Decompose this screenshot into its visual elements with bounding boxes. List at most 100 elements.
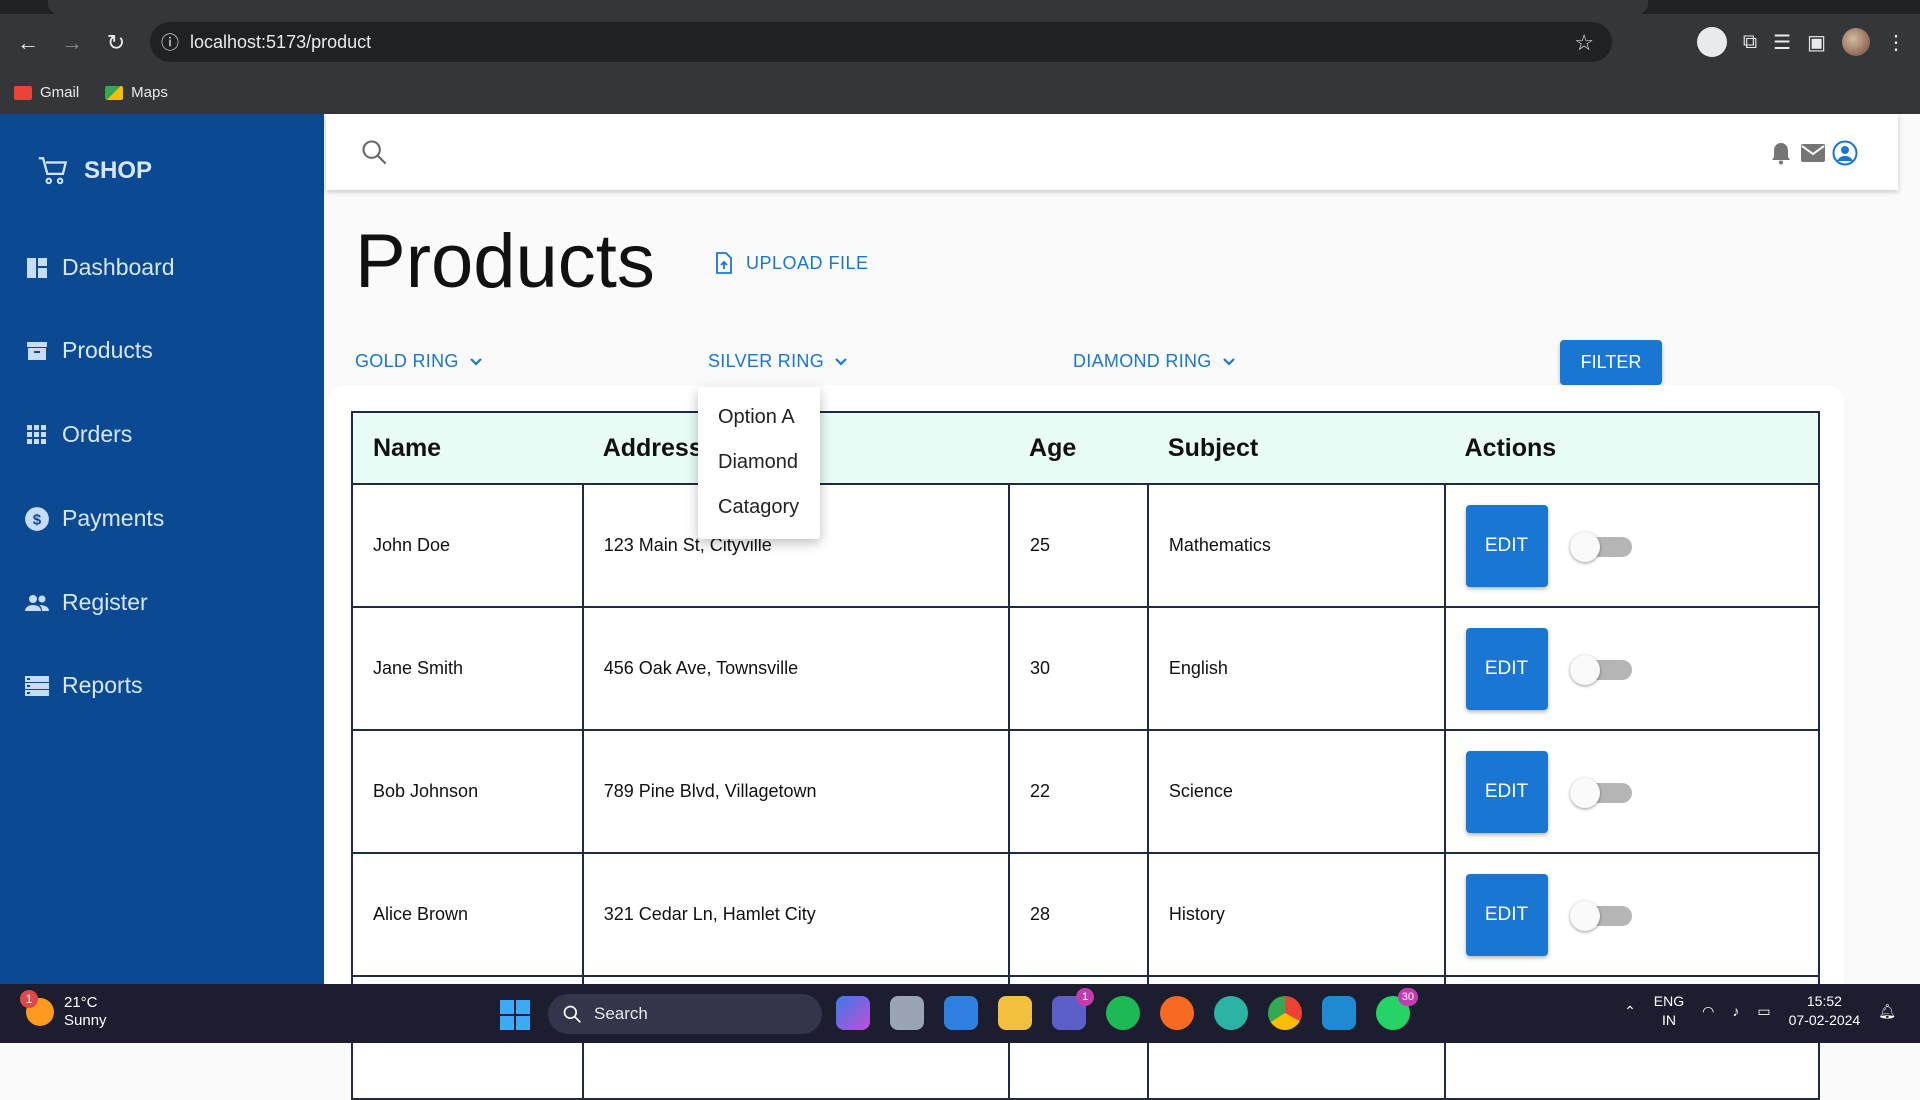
toggle-thumb <box>1569 900 1600 931</box>
cell-address: 321 Cedar Ln, Hamlet City <box>581 852 1011 977</box>
mail-icon[interactable] <box>1800 140 1826 166</box>
language-indicator[interactable]: ENG IN <box>1654 992 1684 1030</box>
windows-taskbar: 1 21°C Sunny Search 1 30 ⌃ ENG IN ◠ ♪ ▭ 15… <box>0 984 1920 1043</box>
sidebar-item-label: Orders <box>62 421 133 447</box>
firefox-icon[interactable] <box>1160 996 1194 1030</box>
status-toggle[interactable] <box>1569 654 1632 685</box>
taskbar-search[interactable]: Search <box>548 994 822 1034</box>
bookmark-gmail[interactable]: Gmail <box>14 84 79 101</box>
toggle-thumb <box>1569 777 1600 808</box>
upload-file-button[interactable]: UPLOAD FILE <box>714 252 869 274</box>
table-row: Bob Johnson 789 Pine Blvd, Villagetown 2… <box>351 729 1821 854</box>
profile-avatar[interactable] <box>1842 28 1870 56</box>
weather-temp: 21°C <box>64 994 98 1011</box>
upload-file-label: UPLOAD FILE <box>746 252 869 273</box>
clock[interactable]: 15:52 07-02-2024 <box>1789 992 1861 1030</box>
reading-list-icon[interactable]: ☰ <box>1773 30 1791 55</box>
todo-icon[interactable] <box>944 996 978 1030</box>
sidebar-item-reports[interactable]: Reports <box>24 672 143 699</box>
browser-tab[interactable] <box>48 0 1648 14</box>
whatsapp-icon[interactable]: 30 <box>1376 988 1418 1030</box>
url-text[interactable]: localhost:5173/product <box>190 32 371 53</box>
sidebar-item-label: Products <box>62 337 153 363</box>
taskbar-apps: 1 30 <box>836 988 1418 1030</box>
bookmark-maps[interactable]: Maps <box>105 84 168 101</box>
menu-item[interactable]: Option A <box>698 395 820 440</box>
windows-start-icon[interactable] <box>500 1000 530 1030</box>
brand-logo[interactable]: SHOP <box>36 154 152 188</box>
side-panel-icon[interactable]: ▣ <box>1807 30 1826 55</box>
appbar-actions <box>1768 140 1858 166</box>
whatsapp-badge: 30 <box>1397 988 1418 1006</box>
search-icon[interactable] <box>360 138 388 166</box>
bookmark-label: Maps <box>131 84 168 101</box>
sidebar-item-label: Dashboard <box>62 254 175 280</box>
sidebar-item-payments[interactable]: $ Payments <box>24 505 164 532</box>
copilot-icon[interactable] <box>836 996 870 1030</box>
chevron-up-icon[interactable]: ⌃ <box>1624 1002 1636 1021</box>
edit-button[interactable]: EDIT <box>1465 750 1548 833</box>
status-toggle[interactable] <box>1569 777 1632 808</box>
silver-ring-menu: Option A Diamond Catagory <box>698 387 820 539</box>
bell-icon[interactable] <box>1768 140 1794 166</box>
edit-button[interactable]: EDIT <box>1465 627 1548 710</box>
extension-icon[interactable] <box>1696 27 1727 57</box>
teams-icon[interactable]: 1 <box>1052 988 1094 1030</box>
account-circle-icon[interactable] <box>1832 140 1858 166</box>
cell-address: 456 Oak Ave, Townsville <box>581 606 1011 731</box>
chrome-icon[interactable] <box>1268 996 1302 1030</box>
wifi-icon[interactable]: ◠ <box>1702 1002 1714 1021</box>
weather-widget[interactable]: 1 21°C Sunny <box>20 990 107 1030</box>
sidebar-item-label: Reports <box>62 672 143 698</box>
edit-button[interactable]: EDIT <box>1465 873 1548 956</box>
reload-icon[interactable]: ↻ <box>94 21 138 65</box>
maps-icon <box>105 85 124 100</box>
extensions-puzzle-icon[interactable]: ⧉ <box>1743 31 1757 54</box>
sidebar-item-dashboard[interactable]: Dashboard <box>24 254 175 281</box>
sidebar-item-orders[interactable]: Orders <box>24 421 132 448</box>
page-title: Products <box>355 219 655 304</box>
filter-button[interactable]: FILTER <box>1560 340 1662 385</box>
top-app-bar <box>326 114 1898 190</box>
diamond-ring-dropdown[interactable]: DIAMOND RING <box>1073 351 1236 372</box>
chevron-down-icon <box>469 351 483 372</box>
menu-item[interactable]: Catagory <box>698 485 820 530</box>
status-toggle[interactable] <box>1569 900 1632 931</box>
cell-subject: Science <box>1146 729 1446 854</box>
taskbar-search-label: Search <box>594 1004 648 1023</box>
vscode-icon[interactable] <box>1322 996 1356 1030</box>
cell-age: 25 <box>1008 483 1149 608</box>
back-icon[interactable]: ← <box>6 21 50 65</box>
bookmarks-bar: Gmail Maps <box>0 71 1920 114</box>
cell-actions: EDIT <box>1443 606 1821 731</box>
cell-subject: English <box>1146 606 1446 731</box>
edit-button[interactable]: EDIT <box>1465 504 1548 587</box>
notification-bell-icon[interactable]: 🔔︎ <box>1878 1002 1896 1021</box>
menu-kebab-icon[interactable]: ⋮ <box>1886 30 1906 55</box>
browser-toolbar: ← → ↻ ⓘ localhost:5173/product ☆ ⧉ ☰ ▣ ⋮ <box>0 14 1920 71</box>
address-bar[interactable]: ⓘ localhost:5173/product ☆ <box>150 22 1612 62</box>
menu-item[interactable]: Diamond <box>698 440 820 485</box>
task-view-icon[interactable] <box>890 996 924 1030</box>
site-info-icon[interactable]: ⓘ <box>150 29 190 55</box>
gold-ring-dropdown[interactable]: GOLD RING <box>355 351 483 372</box>
sidebar-item-register[interactable]: Register <box>24 589 148 616</box>
teams-badge: 1 <box>1076 988 1094 1006</box>
spotify-icon[interactable] <box>1106 996 1140 1030</box>
dropdown-label: SILVER RING <box>708 351 824 371</box>
gmail-icon <box>14 85 32 100</box>
chevron-down-icon <box>1222 351 1236 372</box>
sidebar-item-label: Register <box>62 589 148 615</box>
silver-ring-dropdown[interactable]: SILVER RING <box>708 351 848 372</box>
battery-icon[interactable]: ▭ <box>1757 1002 1770 1021</box>
forward-icon[interactable]: → <box>50 21 94 65</box>
people-icon <box>24 590 50 616</box>
clock-time: 15:52 <box>1806 993 1842 1009</box>
bookmark-star-icon[interactable]: ☆ <box>1574 30 1594 56</box>
status-toggle[interactable] <box>1569 531 1632 562</box>
volume-icon[interactable]: ♪ <box>1732 1002 1739 1021</box>
clock-date: 07-02-2024 <box>1788 1012 1861 1028</box>
sidebar-item-products[interactable]: Products <box>24 337 153 364</box>
file-explorer-icon[interactable] <box>998 996 1032 1030</box>
edge-icon[interactable] <box>1214 996 1248 1030</box>
